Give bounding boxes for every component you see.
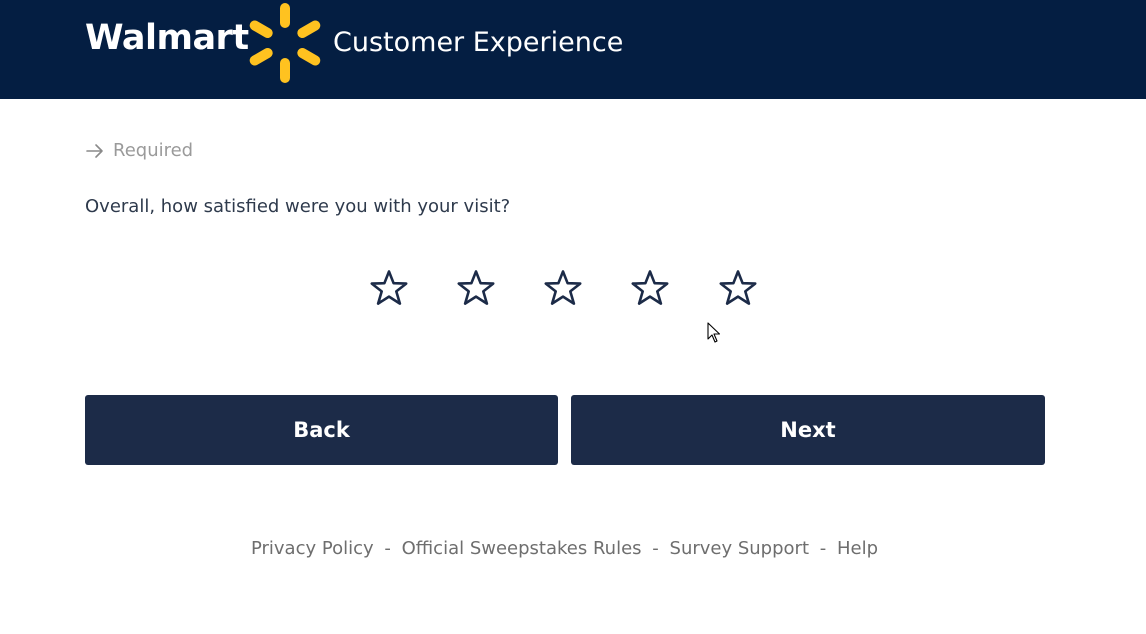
star-2-icon[interactable] — [455, 268, 497, 310]
mouse-cursor-icon — [707, 322, 721, 343]
site-header: Walmart Customer Experience — [0, 0, 1146, 99]
question-text: Overall, how satisfied were you with you… — [85, 196, 511, 217]
required-indicator: Required — [85, 140, 193, 161]
header-title: Customer Experience — [333, 27, 624, 58]
spark-icon — [249, 3, 321, 83]
star-1-icon[interactable] — [368, 268, 410, 310]
brand-name: Walmart — [85, 18, 249, 58]
help-link[interactable]: Help — [837, 538, 878, 559]
star-5-icon[interactable] — [717, 268, 759, 310]
footer-separator: - — [819, 538, 827, 559]
survey-support-link[interactable]: Survey Support — [670, 538, 810, 559]
privacy-policy-link[interactable]: Privacy Policy — [251, 538, 374, 559]
star-4-icon[interactable] — [629, 268, 671, 310]
footer-separator: - — [384, 538, 391, 559]
star-rating — [368, 268, 764, 312]
back-button[interactable]: Back — [85, 395, 558, 465]
star-3-icon[interactable] — [542, 268, 584, 310]
next-button[interactable]: Next — [571, 395, 1045, 465]
footer-links: Privacy Policy - Official Sweepstakes Ru… — [0, 538, 1129, 559]
arrow-right-icon — [86, 143, 103, 158]
sweepstakes-rules-link[interactable]: Official Sweepstakes Rules — [402, 538, 642, 559]
footer-separator: - — [652, 538, 659, 559]
required-label: Required — [113, 140, 194, 161]
